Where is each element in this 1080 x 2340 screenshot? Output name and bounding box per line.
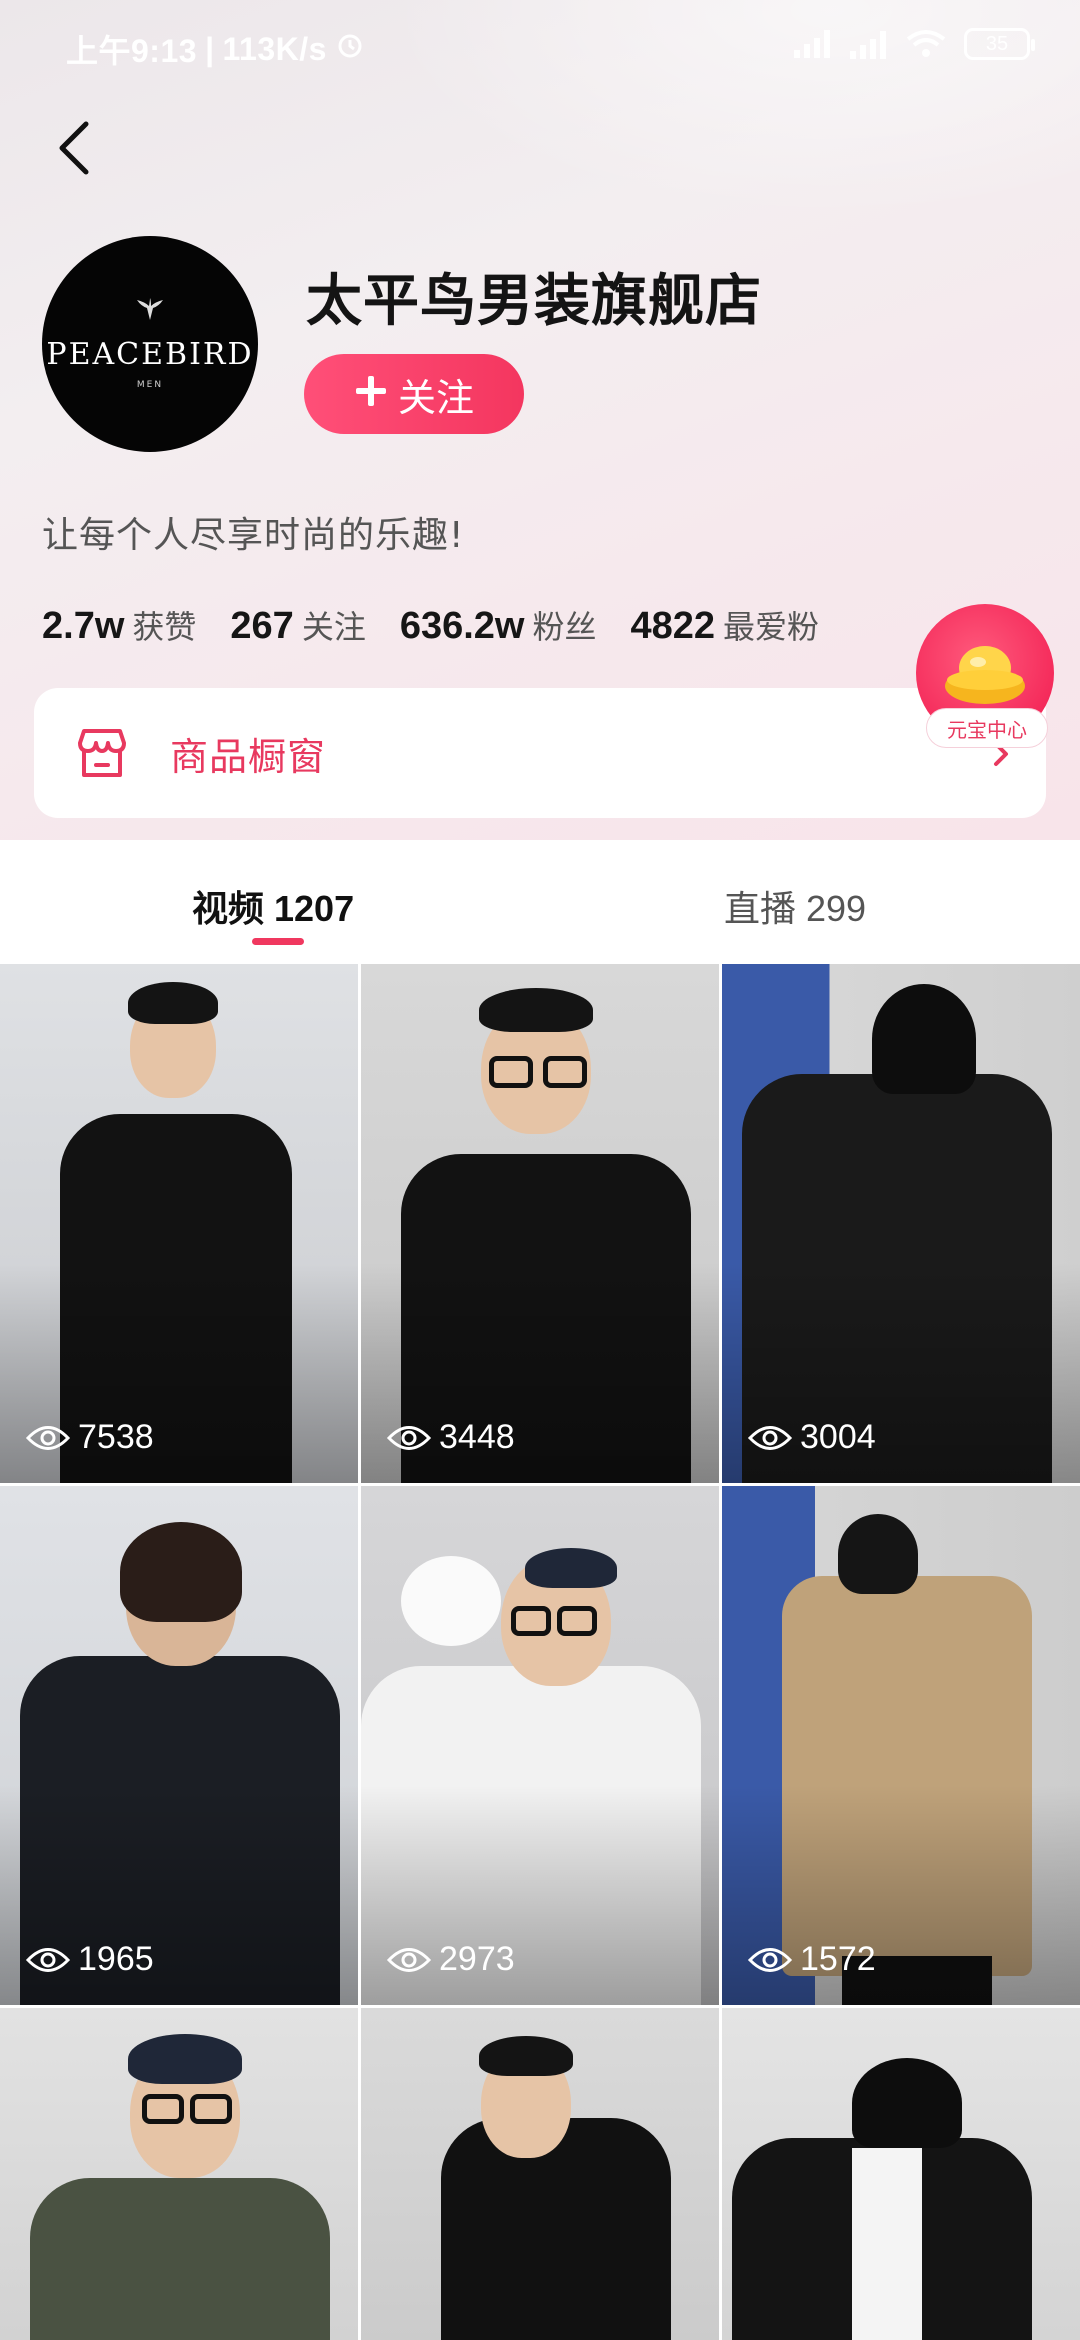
view-count-value: 3004 — [800, 1418, 876, 1456]
status-speed: 113K/s — [222, 30, 327, 67]
model-figure — [722, 2008, 1080, 2340]
video-thumbnail[interactable]: 2973 — [361, 1486, 719, 2005]
status-left: 上午9:13 | 113K/s — [66, 26, 365, 72]
signal-hd-icon — [848, 29, 888, 59]
video-grid: 7538 3448 3004 1965 2973 1572 — [0, 964, 1080, 2340]
view-count: 3448 — [387, 1418, 515, 1457]
product-showcase-entry[interactable]: 商品橱窗 — [34, 688, 1046, 818]
follow-label: 关注 — [397, 375, 474, 420]
plus-icon — [354, 372, 388, 416]
stat-likes[interactable]: 2.7w 获赞 — [42, 602, 196, 648]
video-thumbnail[interactable]: 1965 — [0, 1486, 358, 2005]
eye-icon — [748, 1947, 792, 1972]
avatar[interactable]: PEACEBIRD MEN — [42, 236, 258, 452]
tab-live[interactable]: 直播 299 — [724, 880, 866, 932]
video-thumbnail[interactable] — [0, 2008, 358, 2340]
stat-num: 267 — [230, 605, 294, 647]
shop-name: 太平鸟男装旗舰店 — [306, 269, 762, 334]
status-bar: 上午9:13 | 113K/s 35 — [0, 0, 1080, 96]
back-button[interactable] — [44, 116, 104, 180]
avatar-brand: PEACEBIRD — [46, 337, 254, 372]
stat-following[interactable]: 267 关注 — [230, 602, 365, 648]
video-thumbnail[interactable]: 1572 — [722, 1486, 1080, 2005]
view-count-value: 1572 — [800, 1940, 876, 1978]
model-figure — [361, 2008, 719, 2340]
status-right: 35 — [794, 28, 1035, 60]
stat-label: 获赞 — [132, 608, 197, 646]
stat-num: 2.7w — [42, 605, 125, 647]
tab-indicator — [252, 938, 304, 945]
eye-icon — [26, 1947, 70, 1972]
stat-fans[interactable]: 636.2w 粉丝 — [400, 602, 597, 648]
store-icon — [74, 725, 130, 781]
tab-label: 视频 — [192, 889, 265, 930]
view-count: 3004 — [748, 1418, 876, 1457]
chevron-left-icon — [59, 121, 89, 175]
tab-label: 直播 — [724, 889, 797, 930]
eye-icon — [387, 1425, 431, 1450]
view-count: 1572 — [748, 1940, 876, 1979]
stat-num: 4822 — [630, 605, 716, 647]
content-tabs: 视频 1207 直播 299 — [0, 840, 1080, 964]
status-time: 上午9:13 — [66, 33, 198, 69]
view-count-value: 7538 — [78, 1418, 154, 1456]
tab-videos[interactable]: 视频 1207 — [192, 880, 354, 932]
showcase-label: 商品橱窗 — [170, 734, 327, 779]
battery-icon: 35 — [964, 28, 1035, 60]
video-thumbnail[interactable] — [361, 2008, 719, 2340]
follow-button[interactable]: 关注 — [304, 354, 524, 434]
view-count-value: 3448 — [439, 1418, 515, 1456]
shop-slogan: 让每个人尽享时尚的乐趣! — [42, 515, 465, 556]
yuanbao-center-button[interactable]: 元宝中心 — [916, 604, 1056, 754]
wifi-icon — [906, 29, 946, 59]
view-count-value: 2973 — [439, 1940, 515, 1978]
view-count: 1965 — [26, 1940, 154, 1979]
alarm-icon — [335, 30, 365, 68]
stat-label: 最爱粉 — [723, 608, 820, 646]
view-count: 7538 — [26, 1418, 154, 1457]
stat-label: 粉丝 — [532, 608, 597, 646]
view-count-value: 1965 — [78, 1940, 154, 1978]
tab-count: 299 — [806, 888, 867, 929]
bird-logo-icon — [135, 298, 165, 327]
avatar-sub: MEN — [136, 380, 164, 390]
tab-count: 1207 — [274, 888, 355, 929]
stats-row: 2.7w 获赞 267 关注 636.2w 粉丝 4822 最爱粉 — [42, 602, 819, 648]
model-figure — [0, 2008, 358, 2340]
status-divider: | — [205, 30, 215, 67]
eye-icon — [748, 1425, 792, 1450]
video-thumbnail[interactable]: 3448 — [361, 964, 719, 1483]
video-thumbnail[interactable]: 3004 — [722, 964, 1080, 1483]
yuanbao-label: 元宝中心 — [926, 708, 1048, 748]
stat-num: 636.2w — [399, 605, 525, 647]
video-thumbnail[interactable] — [722, 2008, 1080, 2340]
eye-icon — [387, 1947, 431, 1972]
eye-icon — [26, 1425, 70, 1450]
stat-top-fans[interactable]: 4822 最爱粉 — [631, 602, 820, 648]
signal-icon — [794, 30, 830, 58]
stat-label: 关注 — [301, 608, 366, 646]
view-count: 2973 — [387, 1940, 515, 1979]
video-thumbnail[interactable]: 7538 — [0, 964, 358, 1483]
